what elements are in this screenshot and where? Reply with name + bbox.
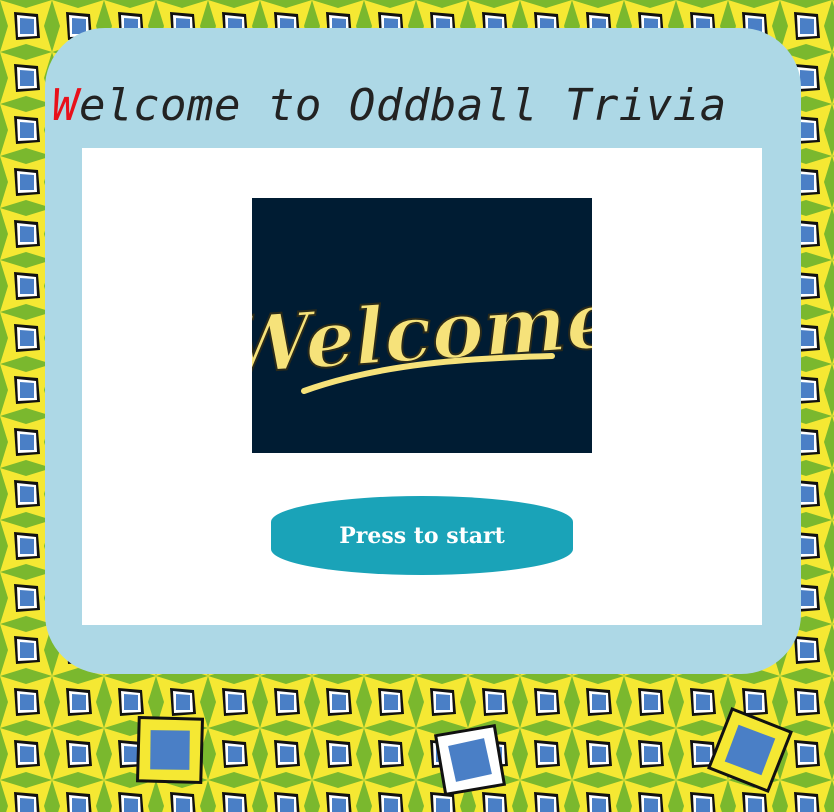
welcome-image: Welcome: [252, 198, 592, 453]
title-text: elcome to Oddball Trivia: [79, 80, 727, 131]
title-first-letter: W: [52, 80, 79, 131]
welcome-graphic: Welcome: [252, 273, 592, 394]
welcome-image-text: Welcome: [252, 274, 592, 392]
start-button[interactable]: Press to start: [271, 496, 573, 575]
page-title: Welcome to Oddball Trivia: [52, 78, 812, 134]
content-panel: Welcome Press to start: [82, 148, 762, 625]
